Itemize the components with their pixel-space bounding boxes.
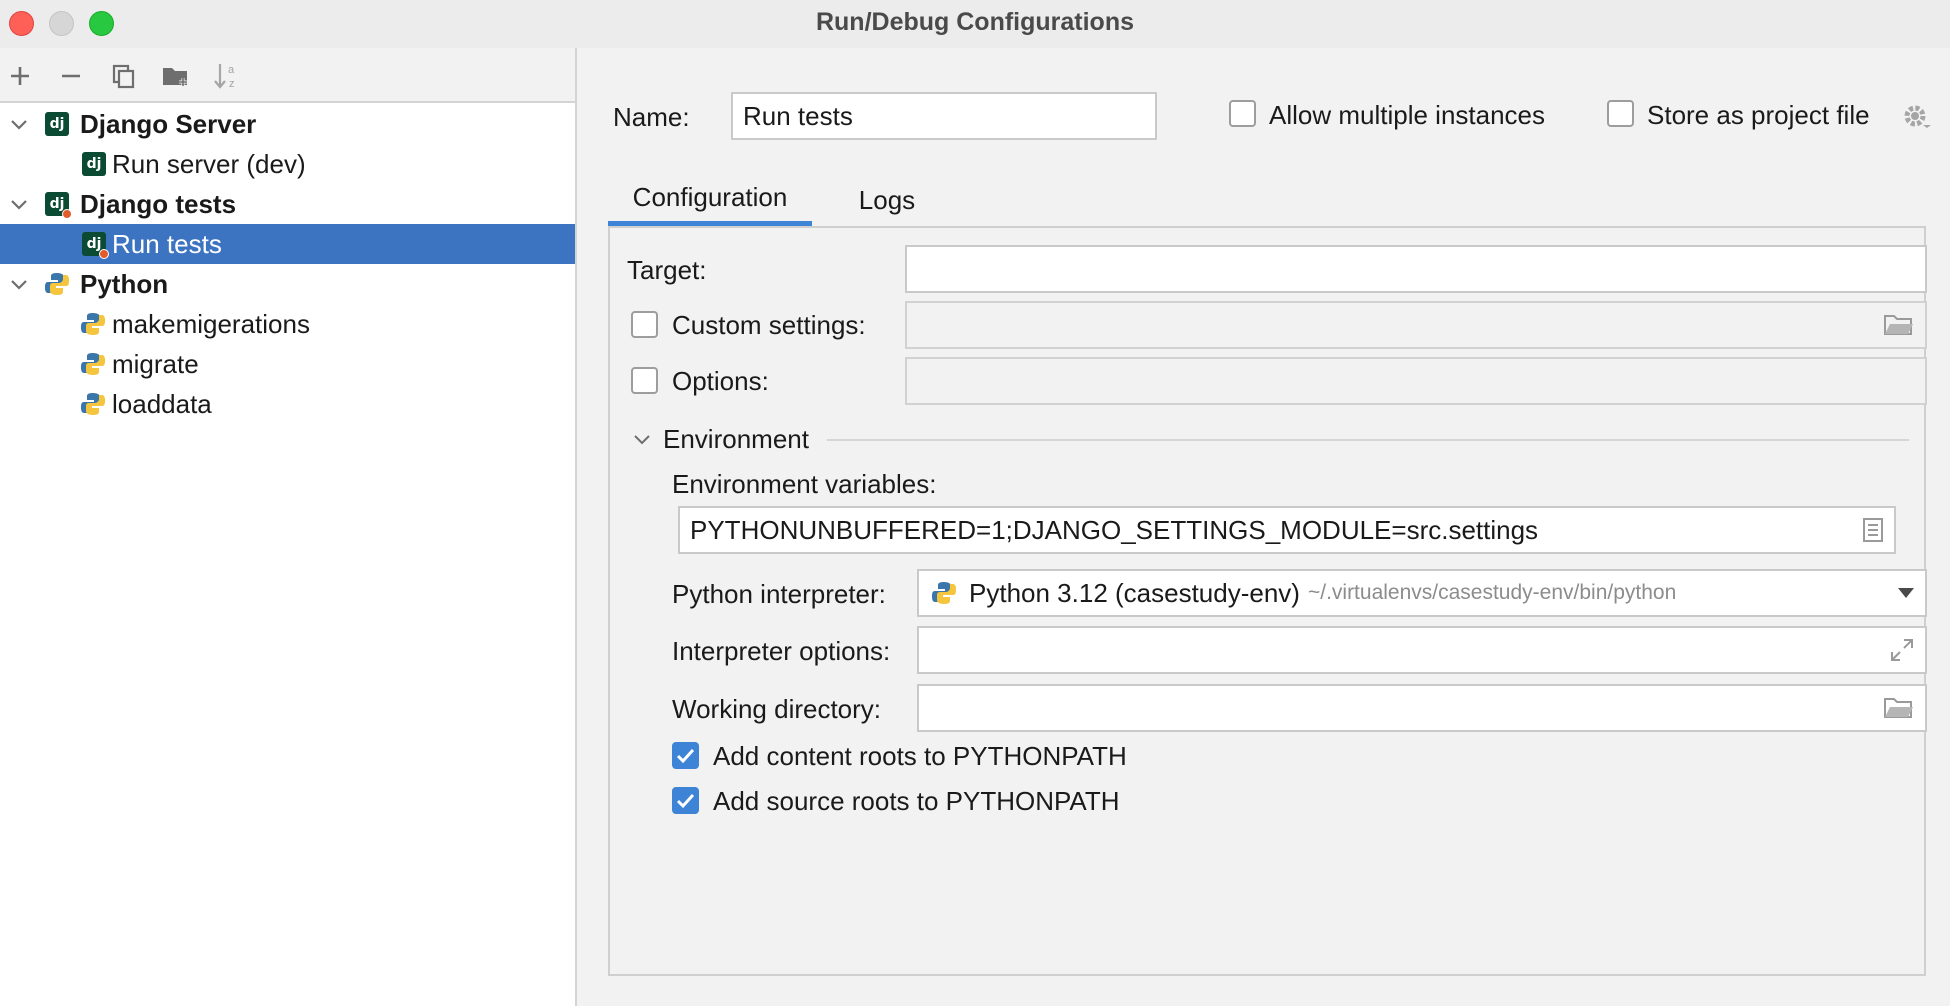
tree-item-run-tests[interactable]: dj Run tests — [0, 224, 575, 264]
copy-icon — [112, 64, 135, 89]
python-icon — [45, 273, 69, 295]
python-icon — [81, 313, 105, 335]
sidebar-toolbar: az — [0, 48, 575, 103]
interpreter-options-label: Interpreter options: — [672, 636, 891, 666]
window-title: Run/Debug Configurations — [815, 8, 1135, 36]
working-dir-input[interactable] — [917, 684, 1927, 732]
tab-label: Configuration — [632, 182, 788, 212]
checkmark-icon — [676, 793, 695, 809]
minus-icon — [62, 74, 80, 78]
sort-alpha-icon: az — [214, 64, 235, 90]
tree-item-label: makemigerations — [112, 308, 310, 339]
name-label: Name: — [613, 102, 690, 132]
target-label: Target: — [627, 255, 707, 285]
chevron-down-icon[interactable] — [631, 428, 653, 450]
tree-group-label: Django Server — [80, 108, 257, 139]
allow-multiple-instances-label: Allow multiple instances — [1269, 100, 1546, 130]
env-vars-label: Environment variables: — [672, 469, 937, 499]
checkmark-icon — [676, 748, 695, 764]
django-tests-icon: dj — [82, 232, 109, 259]
interpreter-options-input[interactable] — [917, 626, 1927, 674]
interpreter-select[interactable]: Python 3.12 (casestudy-env) ~/.virtualen… — [917, 569, 1927, 617]
tree-item-run-server[interactable]: dj Run server (dev) — [0, 144, 575, 184]
chevron-down-icon[interactable] — [8, 273, 30, 295]
name-input[interactable]: Run tests — [731, 92, 1157, 140]
add-configuration-button[interactable] — [4, 60, 36, 92]
svg-text:a: a — [228, 64, 235, 76]
content-roots-label: Add content roots to PYTHONPATH — [713, 741, 1127, 771]
tree-item-label: Run tests — [112, 228, 222, 259]
source-roots-checkbox[interactable] — [672, 787, 699, 814]
python-icon — [81, 393, 105, 415]
django-icon: dj — [45, 112, 69, 136]
remove-configuration-button[interactable] — [55, 60, 87, 92]
folder-icon[interactable] — [1883, 312, 1915, 338]
options-checkbox[interactable] — [631, 367, 658, 394]
svg-text:z: z — [229, 78, 235, 90]
target-input[interactable] — [905, 245, 1927, 293]
django-icon: dj — [82, 152, 106, 176]
tree-group-label: Python — [80, 268, 169, 299]
plus-icon — [11, 67, 29, 85]
new-folder-button[interactable] — [160, 60, 192, 92]
options-label: Options: — [672, 366, 769, 396]
tab-label: Logs — [858, 184, 916, 215]
source-roots-label: Add source roots to PYTHONPATH — [713, 786, 1120, 816]
copy-configuration-button[interactable] — [108, 60, 140, 92]
options-input[interactable] — [905, 357, 1927, 405]
gear-icon[interactable] — [1901, 102, 1931, 132]
tree-item-label: migrate — [112, 348, 199, 379]
django-tests-icon: dj — [45, 192, 72, 219]
working-dir-label: Working directory: — [672, 694, 882, 724]
tab-configuration[interactable]: Configuration — [608, 174, 812, 226]
tree-group-label: Django tests — [80, 188, 237, 219]
interpreter-path: ~/.virtualenvs/casestudy-env/bin/python — [1307, 581, 1677, 604]
section-divider — [827, 439, 1909, 441]
custom-settings-label: Custom settings: — [672, 310, 866, 340]
chevron-down-icon[interactable] — [8, 193, 30, 215]
tab-logs[interactable]: Logs — [832, 174, 942, 226]
store-as-project-file-checkbox[interactable] — [1607, 100, 1634, 127]
sort-configurations-button[interactable]: az — [211, 60, 243, 92]
tree-group-django-tests[interactable]: dj Django tests — [0, 184, 575, 224]
python-icon — [932, 582, 956, 604]
store-as-project-file-label: Store as project file — [1647, 100, 1870, 130]
interpreter-name: Python 3.12 (casestudy-env) — [969, 577, 1300, 608]
custom-settings-input[interactable] — [905, 301, 1927, 349]
chevron-down-icon[interactable] — [8, 113, 30, 135]
title-bar: Run/Debug Configurations — [0, 0, 1950, 48]
tree-item-migrate[interactable]: migrate — [0, 344, 575, 384]
tree-group-python[interactable]: Python — [0, 264, 575, 304]
new-folder-icon — [163, 68, 187, 86]
edit-list-icon[interactable] — [1862, 517, 1884, 543]
env-vars-input[interactable]: PYTHONUNBUFFERED=1;DJANGO_SETTINGS_MODUL… — [678, 506, 1896, 554]
tree-item-label: loaddata — [112, 388, 212, 419]
folder-icon[interactable] — [1883, 695, 1915, 721]
content-roots-checkbox[interactable] — [672, 742, 699, 769]
tree-item-label: Run server (dev) — [112, 148, 306, 179]
configurations-sidebar: az dj Django Server dj Run server (dev) … — [0, 48, 577, 1006]
environment-section-title: Environment — [663, 424, 809, 454]
expand-icon[interactable] — [1889, 637, 1915, 663]
env-vars-value: PYTHONUNBUFFERED=1;DJANGO_SETTINGS_MODUL… — [690, 514, 1539, 545]
python-icon — [81, 353, 105, 375]
dropdown-arrow-icon[interactable] — [1897, 587, 1915, 599]
configuration-editor: Name: Run tests Allow multiple instances… — [579, 48, 1950, 1006]
tree-group-django-server[interactable]: dj Django Server — [0, 104, 575, 144]
tree-item-makemigerations[interactable]: makemigerations — [0, 304, 575, 344]
custom-settings-checkbox[interactable] — [631, 311, 658, 338]
interpreter-label: Python interpreter: — [672, 579, 886, 609]
allow-multiple-instances-checkbox[interactable] — [1229, 100, 1256, 127]
tree-item-loaddata[interactable]: loaddata — [0, 384, 575, 424]
